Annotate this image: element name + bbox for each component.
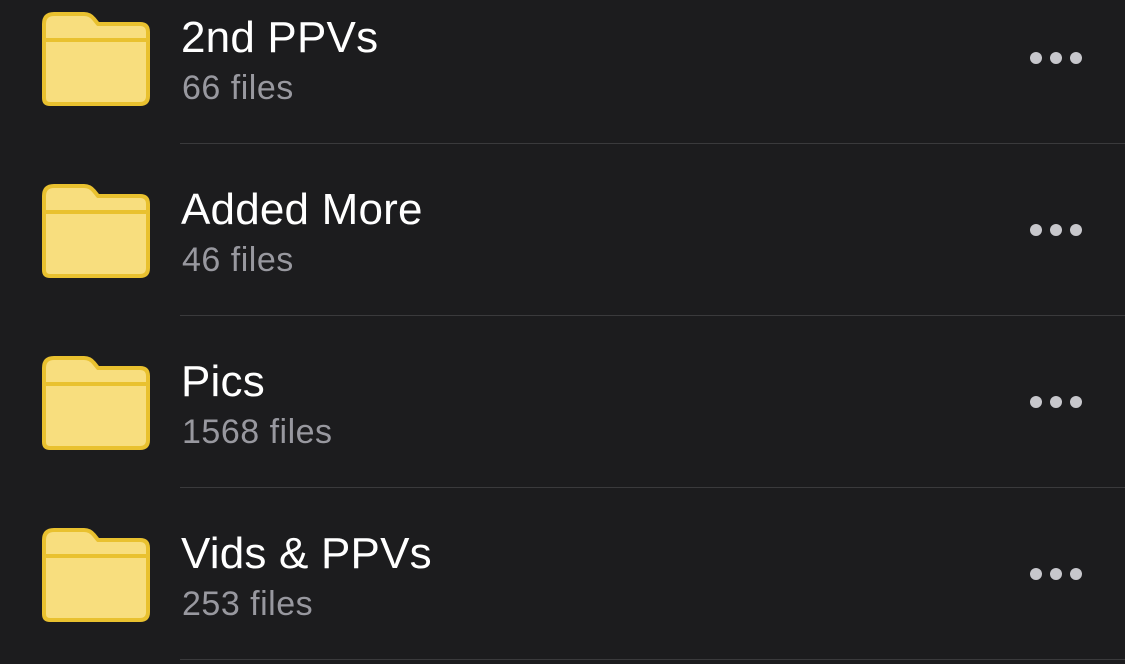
more-icon xyxy=(1030,396,1042,408)
folder-icon xyxy=(40,526,152,624)
more-icon xyxy=(1030,224,1042,236)
row-separator xyxy=(180,659,1125,660)
folder-name: Added More xyxy=(181,185,423,234)
more-icon xyxy=(1030,568,1042,580)
more-options-button[interactable] xyxy=(1016,40,1096,76)
folder-name: 2nd PPVs xyxy=(181,13,379,62)
folder-row[interactable]: Vids & PPVs 253 files xyxy=(0,488,1125,660)
folder-name: Vids & PPVs xyxy=(181,529,432,578)
folder-file-count: 253 files xyxy=(182,585,314,623)
folder-icon xyxy=(40,182,152,280)
folder-name: Pics xyxy=(181,357,265,406)
folder-icon xyxy=(40,354,152,452)
folder-file-count: 46 files xyxy=(182,241,294,279)
folder-list: 2nd PPVs 66 files Added More 46 files Pi… xyxy=(0,0,1125,664)
more-options-button[interactable] xyxy=(1016,556,1096,592)
folder-file-count: 1568 files xyxy=(182,413,333,451)
folder-file-count: 66 files xyxy=(182,69,294,107)
more-options-button[interactable] xyxy=(1016,212,1096,248)
folder-row[interactable]: 2nd PPVs 66 files xyxy=(0,0,1125,144)
more-options-button[interactable] xyxy=(1016,384,1096,420)
folder-row[interactable]: Pics 1568 files xyxy=(0,316,1125,488)
folder-row[interactable]: Added More 46 files xyxy=(0,144,1125,316)
folder-icon xyxy=(40,10,152,108)
more-icon xyxy=(1030,52,1042,64)
